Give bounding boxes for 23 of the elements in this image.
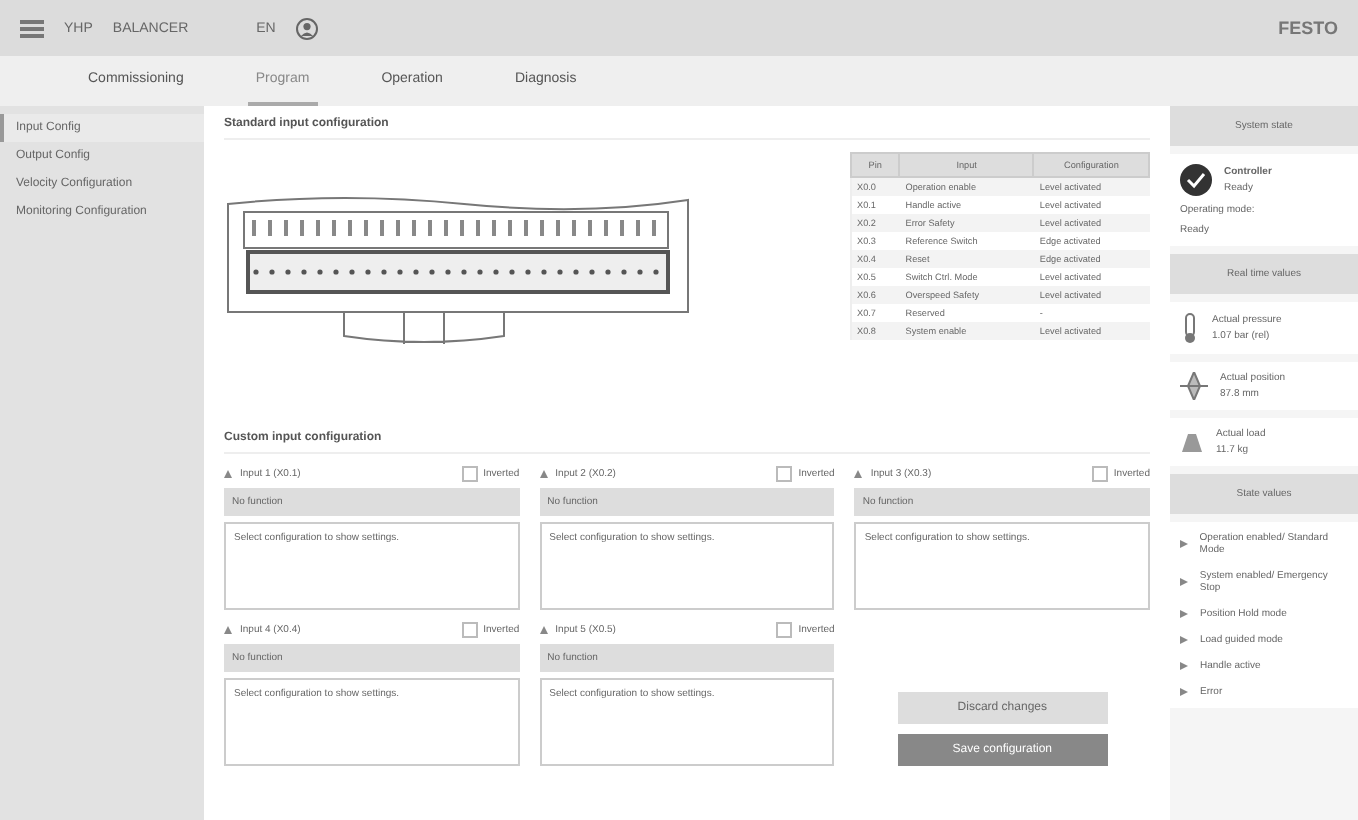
inverted-checkbox[interactable] bbox=[461, 466, 478, 482]
crosshair-icon bbox=[1180, 372, 1208, 400]
triangle-icon bbox=[539, 626, 548, 634]
check-icon bbox=[1180, 164, 1212, 196]
triangle-icon bbox=[1180, 610, 1188, 618]
weight-icon bbox=[1180, 430, 1204, 454]
menu-icon[interactable] bbox=[20, 19, 44, 37]
inverted-checkbox[interactable] bbox=[776, 466, 793, 482]
user-icon[interactable] bbox=[295, 17, 318, 39]
triangle-icon bbox=[1180, 662, 1188, 670]
triangle-icon bbox=[1180, 636, 1188, 644]
triangle-icon bbox=[224, 626, 232, 634]
triangle-icon bbox=[1180, 578, 1188, 586]
thermometer-icon bbox=[1180, 312, 1200, 344]
brand-logo: FESTO bbox=[1278, 18, 1338, 38]
triangle-icon bbox=[1180, 688, 1188, 696]
inverted-checkbox[interactable] bbox=[1091, 466, 1108, 482]
triangle-icon bbox=[1180, 540, 1188, 548]
inverted-checkbox[interactable] bbox=[461, 622, 478, 638]
inverted-checkbox[interactable] bbox=[776, 622, 793, 638]
triangle-icon bbox=[539, 470, 548, 478]
triangle-icon bbox=[224, 470, 232, 478]
triangle-icon bbox=[854, 470, 863, 478]
